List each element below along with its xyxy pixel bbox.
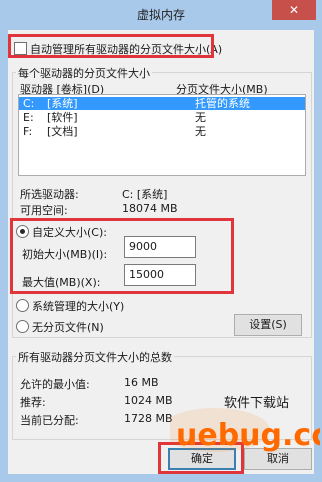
watermark-icon: 软件下载站 uebug.cc <box>160 396 322 453</box>
no-paging-radio[interactable] <box>16 320 29 333</box>
highlight-custom-size <box>10 218 234 294</box>
system-managed-label[interactable]: 系统管理的大小(Y) <box>32 298 124 314</box>
available-space-label: 可用空间: <box>20 204 68 217</box>
current-label: 当前已分配: <box>20 414 79 427</box>
available-space-value: 18074 MB <box>122 202 178 215</box>
selected-drive-label: 所选驱动器: <box>20 188 79 201</box>
set-button[interactable]: 设置(S) <box>234 314 302 336</box>
watermark-brand: uebug.cc <box>176 418 320 453</box>
recommended-label: 推荐: <box>20 396 46 409</box>
drive-size: 托管的系统 <box>195 97 250 110</box>
system-managed-radio[interactable] <box>16 299 29 312</box>
drive-row[interactable]: C: [系统] 托管的系统 <box>19 97 305 110</box>
drives-group-title: 每个驱动器的分页文件大小 <box>16 65 152 81</box>
drive-letter: E: <box>23 111 34 124</box>
close-icon: ✕ <box>288 3 300 17</box>
drive-size: 无 <box>195 125 206 138</box>
drive-size: 无 <box>195 111 206 124</box>
drive-row[interactable]: F: [文档] 无 <box>19 125 305 138</box>
watermark-caption: 软件下载站 <box>224 396 289 411</box>
min-value: 16 MB <box>124 376 159 389</box>
no-paging-label[interactable]: 无分页文件(N) <box>32 319 104 335</box>
drive-row[interactable]: E: [软件] 无 <box>19 111 305 124</box>
highlight-auto-manage <box>8 34 214 58</box>
drive-label: [文档] <box>47 125 78 138</box>
close-button[interactable]: ✕ <box>272 0 316 20</box>
drive-list[interactable]: C: [系统] 托管的系统 E: [软件] 无 F: [文档] 无 <box>18 94 306 176</box>
drive-letter: F: <box>23 125 33 138</box>
drive-label: [软件] <box>47 111 78 124</box>
watermark-logo: 软件下载站 uebug.cc <box>160 385 322 460</box>
drive-letter: C: <box>23 97 35 110</box>
selected-drive-value: C: [系统] <box>122 188 168 201</box>
drive-label: [系统] <box>47 97 78 110</box>
totals-group-title: 所有驱动器分页文件大小的总数 <box>16 349 174 365</box>
current-value: 1728 MB <box>124 412 173 425</box>
min-label: 允许的最小值: <box>20 378 90 391</box>
recommended-value: 1024 MB <box>124 394 173 407</box>
